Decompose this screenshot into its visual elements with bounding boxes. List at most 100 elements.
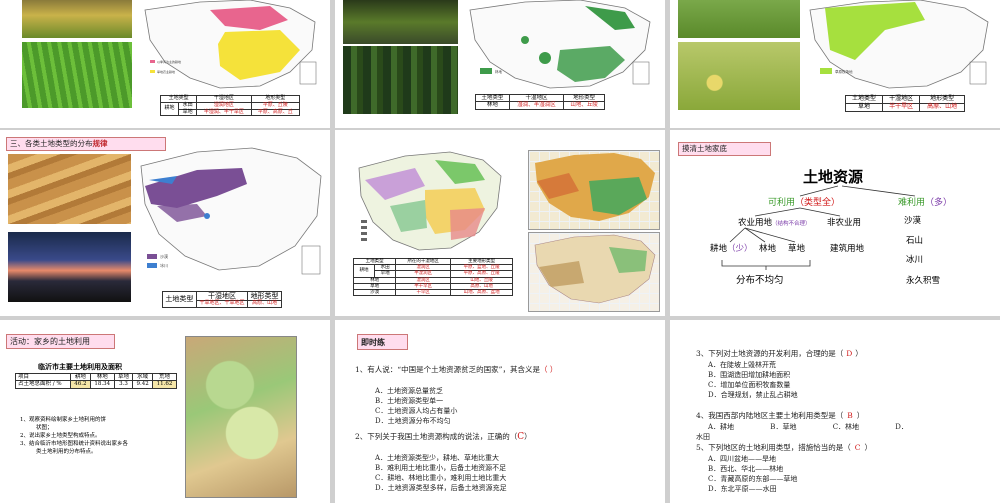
th-waste: 荒地 — [152, 372, 177, 382]
q3-options: A．在陡坡上毁林开荒 B．围湖造田增加耕地面积 C．增加单位面积牧畜数量 D．合… — [708, 360, 798, 400]
th-region: 干湿地区 — [508, 93, 565, 103]
th-water: 水域 — [132, 372, 154, 382]
china-map-desert: 沙漠 冰川 — [140, 147, 322, 275]
header-emphasis: 规律 — [92, 139, 108, 148]
photo-forest-top — [343, 0, 458, 44]
slide-hometown[interactable]: 活动：家乡的土地利用 临沂市主要土地利用及面积 项目 耕地 林地 草地 水域 荒… — [0, 320, 330, 503]
slide-land-resources[interactable]: 摸清土地家底 土地资源 可利用（类型全） 难利用（多） 农业用地（结构不合理） … — [670, 130, 1000, 316]
q2-option-d: D．土地资源类型多样，后备土地资源充足 — [375, 484, 507, 492]
q1-option-d: D．土地资源分布不均匀 — [375, 417, 451, 425]
desert-label: 沙漠 — [904, 216, 922, 226]
photo-desert — [8, 154, 131, 224]
val-waste: 11.62 — [152, 380, 177, 389]
question-2: 2、下列关于我国土地资源构成的说法，正确的（C） — [355, 432, 532, 442]
slide-farmland[interactable]: 以季风为主的耕地 旱地农业耕地 土地类型 干湿地区 地形类型 耕地 水田 湿润地区 平原、… — [0, 0, 330, 128]
th-type: 土地类型 — [162, 291, 197, 308]
farm-label: 耕地（少） — [710, 244, 753, 254]
note-2: 2、说出家乡土地类型构成特点。 — [20, 433, 101, 439]
legend-paddy: 以季风为主的耕地 — [157, 59, 181, 64]
china-map-farmland: 以季风为主的耕地 旱地农业耕地 — [144, 0, 317, 89]
slide-forest[interactable]: 林地 土地类型 干湿地区 地形类型 林地 湿润、半湿润区 山地、丘陵 — [335, 0, 665, 128]
q5-option-d: D．东北平原——水田 — [708, 485, 777, 493]
q5-option-c: C．青藏高原的东部——草地 — [708, 475, 798, 483]
note-1: 1、观察资料绘制家乡土地利用的饼 — [20, 417, 107, 423]
table-grassland: 土地类型 干湿地区 地形类型 草地 半干旱区 高原、山地 — [844, 95, 965, 112]
photo-green-field — [22, 42, 132, 108]
legend-dryland: 旱地农业耕地 — [157, 69, 175, 74]
farm-note: （少） — [727, 244, 753, 254]
th-grass: 草地 — [113, 372, 134, 382]
china-map-grassland: 草原牧场地 — [809, 0, 989, 89]
note-3b: 类土地利用的分布特点。 — [36, 449, 97, 455]
legend-grassland: 草原牧场地 — [835, 69, 853, 74]
q1-option-b: B．土地资源类型单一 — [375, 397, 444, 405]
cell-forest: 林地 — [475, 101, 510, 110]
q1-options: A．土地资源总量贫乏 B．土地资源类型单一 C．土地资源人均占有量小 D．土地资… — [375, 386, 457, 426]
slide-distribution[interactable]: 三、各类土地类型的分布规律 沙漠 冰川 土地类型 干湿地区 地形类型 干旱地区、干旱… — [0, 130, 330, 316]
table-linyi: 项目 耕地 林地 草地 水域 荒地 占土地总面积 / % 46.2 18.34 … — [15, 372, 177, 389]
photo-snow-mountain — [8, 232, 131, 302]
legend-forest: 林地 — [495, 69, 503, 74]
q5-option-a: A．四川盆地——旱地 — [708, 455, 777, 463]
hard-label: 难利用（多） — [898, 198, 953, 208]
cell-dryland-terrain: 平原、高原、丘 — [250, 108, 301, 117]
hard-note: （多） — [925, 198, 953, 208]
cell-grassland-terrain: 高原、山地 — [919, 102, 965, 112]
rock-label: 石山 — [906, 236, 924, 246]
forest-label: 林地 — [759, 244, 777, 254]
cell-paddy-terrain: 平原、丘陵 — [250, 101, 301, 110]
cell-type-farmland: 耕地 — [352, 264, 376, 278]
photo-paddy-field — [22, 0, 132, 38]
glacier-label: 冰川 — [906, 255, 924, 265]
th-forest: 林地 — [89, 372, 115, 382]
slide-summary-maps[interactable]: 土地类型 所在的干湿地区 主要地形类型 耕地 水田 湿润区 平原、盆地、丘陵 旱地 半湿润区… — [335, 130, 665, 316]
slide-practice-2[interactable]: 3、下列对土地资源的开发利用，合理的是（ D） A．在陡坡上毁林开荒 B．围湖造田… — [670, 320, 1000, 503]
grass-label: 草地 — [788, 244, 806, 254]
q2-option-a: A．土地资源类型少，耕地、草地比重大 — [375, 454, 500, 462]
photo-grassland-top — [678, 0, 800, 38]
table-farmland: 土地类型 干湿地区 地形类型 耕地 水田 湿润地区 平原、丘陵 旱地 半湿润、半干旱区 平原、… — [159, 95, 301, 117]
question-3: 3、下列对土地资源的开发利用，合理的是（ D） — [696, 349, 863, 358]
ag-note: （结构不合理） — [772, 221, 811, 227]
answer-4: B — [847, 411, 853, 420]
q4-option-a: A．耕地 — [708, 423, 735, 431]
slide-practice-1[interactable]: 即时练 1、有人说：“中国是个土地资源贫乏的国家”，其含义是（ ） A．土地资源… — [335, 320, 665, 503]
note-3: 3、结合临沂市地形图和统计资料说出家乡各 — [20, 441, 129, 447]
photo-forest-trees — [343, 46, 458, 114]
q2-option-b: B．难利用土地比重小，后备土地资源不足 — [375, 464, 507, 472]
slide-grassland[interactable]: 草原牧场地 土地类型 干湿地区 地形类型 草地 半干旱区 高原、山地 — [670, 0, 1000, 128]
q2-option-c: C．耕地、林地比重小，难利用土地比重大 — [375, 474, 507, 482]
climate-map-shapes — [535, 153, 655, 221]
slide-header: 即时练 — [357, 334, 408, 350]
cell-grassland: 草地 — [844, 102, 884, 112]
photo-grassland-herd — [678, 42, 800, 110]
table-forest: 土地类型 干湿地区 地形类型 林地 湿润、半湿润区 山地、丘陵 — [475, 93, 605, 110]
china-terrain-map — [528, 232, 660, 312]
th-farm: 耕地 — [70, 372, 91, 382]
val-water: 9.42 — [132, 380, 154, 389]
q3-option-c: C．增加单位面积牧畜数量 — [708, 381, 791, 389]
answer-5: C — [854, 443, 861, 452]
answer-3: D — [846, 349, 853, 358]
question-5: 5、下列地区的土地利用类型，措施恰当的是（ C） — [696, 443, 873, 452]
cell-type-desert: 沙漠 — [352, 288, 397, 297]
linyi-terrain-map — [185, 336, 297, 498]
q4-options: A．耕地 B．草地 C．林地 D． — [708, 422, 908, 432]
build-label: 建筑用地 — [830, 244, 865, 254]
cell-farmland: 耕地 — [159, 101, 180, 117]
q4-option-d-text: 水田 — [696, 433, 710, 441]
th-item: 项目 — [15, 372, 71, 382]
nonag-label: 非农业用 — [827, 218, 862, 228]
answer-1: （ ） — [539, 365, 558, 374]
th-terrain: 地形类型 — [563, 93, 605, 103]
q4-option-b: B．草地 — [770, 423, 797, 431]
q4-option-d: D． — [895, 423, 908, 431]
q3-option-a: A．在陡坡上毁林开荒 — [708, 361, 777, 369]
table-desert: 土地类型 干湿地区 地形类型 干旱地区、干旱地区 高原、山地 — [162, 290, 282, 308]
table-summary: 土地类型 所在的干湿地区 主要地形类型 耕地 水田 湿润区 平原、盆地、丘陵 旱地 半湿润区… — [352, 257, 513, 297]
cell-grassland-region: 半干旱区 — [882, 102, 921, 112]
q3-option-b: B．围湖造田增加耕地面积 — [708, 371, 791, 379]
terrain-map-shapes — [534, 234, 656, 304]
row-label: 占土地总面积 / % — [15, 380, 71, 389]
cell-dryland-region: 半湿润、半干旱区 — [196, 108, 252, 117]
